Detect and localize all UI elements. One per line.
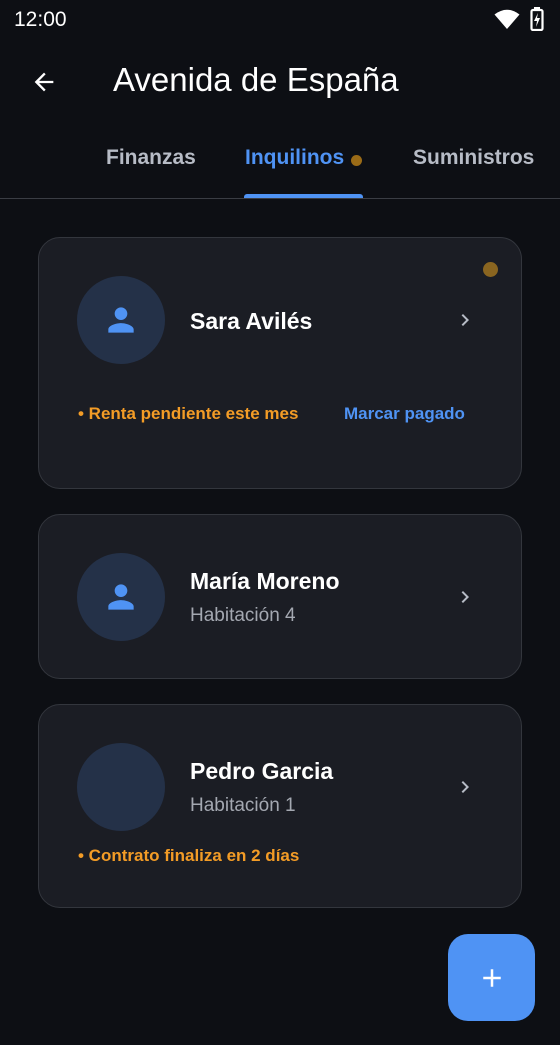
- tabs-divider: [0, 198, 560, 199]
- avatar: [77, 276, 165, 364]
- wifi-icon: [494, 9, 520, 29]
- add-icon: [482, 968, 501, 987]
- notification-dot: [483, 262, 498, 277]
- tenant-room: Habitación 1: [190, 795, 296, 816]
- tab-finanzas[interactable]: Finanzas: [106, 146, 196, 170]
- person-icon: [108, 307, 134, 333]
- tenant-card[interactable]: Pedro Garcia Habitación 1 • Contrato fin…: [38, 704, 522, 908]
- tenant-name: María Moreno: [190, 568, 340, 594]
- tenant-card[interactable]: Sara Avilés • Renta pendiente este mes M…: [38, 237, 522, 489]
- add-tenant-button[interactable]: [448, 934, 535, 1021]
- status-bar: 12:00: [0, 0, 560, 40]
- back-button[interactable]: [22, 60, 66, 104]
- arrow-back-icon: [34, 72, 54, 92]
- status-icons: [494, 7, 544, 31]
- tab-suministros[interactable]: Suministros: [413, 146, 534, 170]
- tenant-name: Pedro Garcia: [190, 758, 334, 784]
- avatar: [77, 743, 165, 831]
- tenant-room: Habitación 4: [190, 605, 296, 626]
- tab-notification-dot: [351, 155, 362, 166]
- tab-bar: Finanzas Inquilinos Suministros: [0, 130, 560, 198]
- app-bar: Avenida de España: [0, 48, 560, 114]
- contract-ending-alert: • Contrato finaliza en 2 días: [78, 846, 300, 865]
- chevron-right-icon: [461, 781, 469, 793]
- person-icon: [108, 584, 134, 610]
- battery-icon: [530, 7, 544, 31]
- rent-pending-alert: • Renta pendiente este mes: [78, 404, 299, 423]
- tenant-card[interactable]: María Moreno Habitación 4: [38, 514, 522, 679]
- avatar: [77, 553, 165, 641]
- tab-inquilinos[interactable]: Inquilinos: [245, 146, 344, 170]
- mark-paid-button[interactable]: Marcar pagado: [344, 404, 465, 424]
- chevron-right-icon: [461, 591, 469, 603]
- status-time: 12:00: [14, 8, 67, 31]
- chevron-right-icon: [461, 314, 469, 326]
- tenant-name: Sara Avilés: [190, 308, 313, 334]
- page-title: Avenida de España: [113, 61, 399, 98]
